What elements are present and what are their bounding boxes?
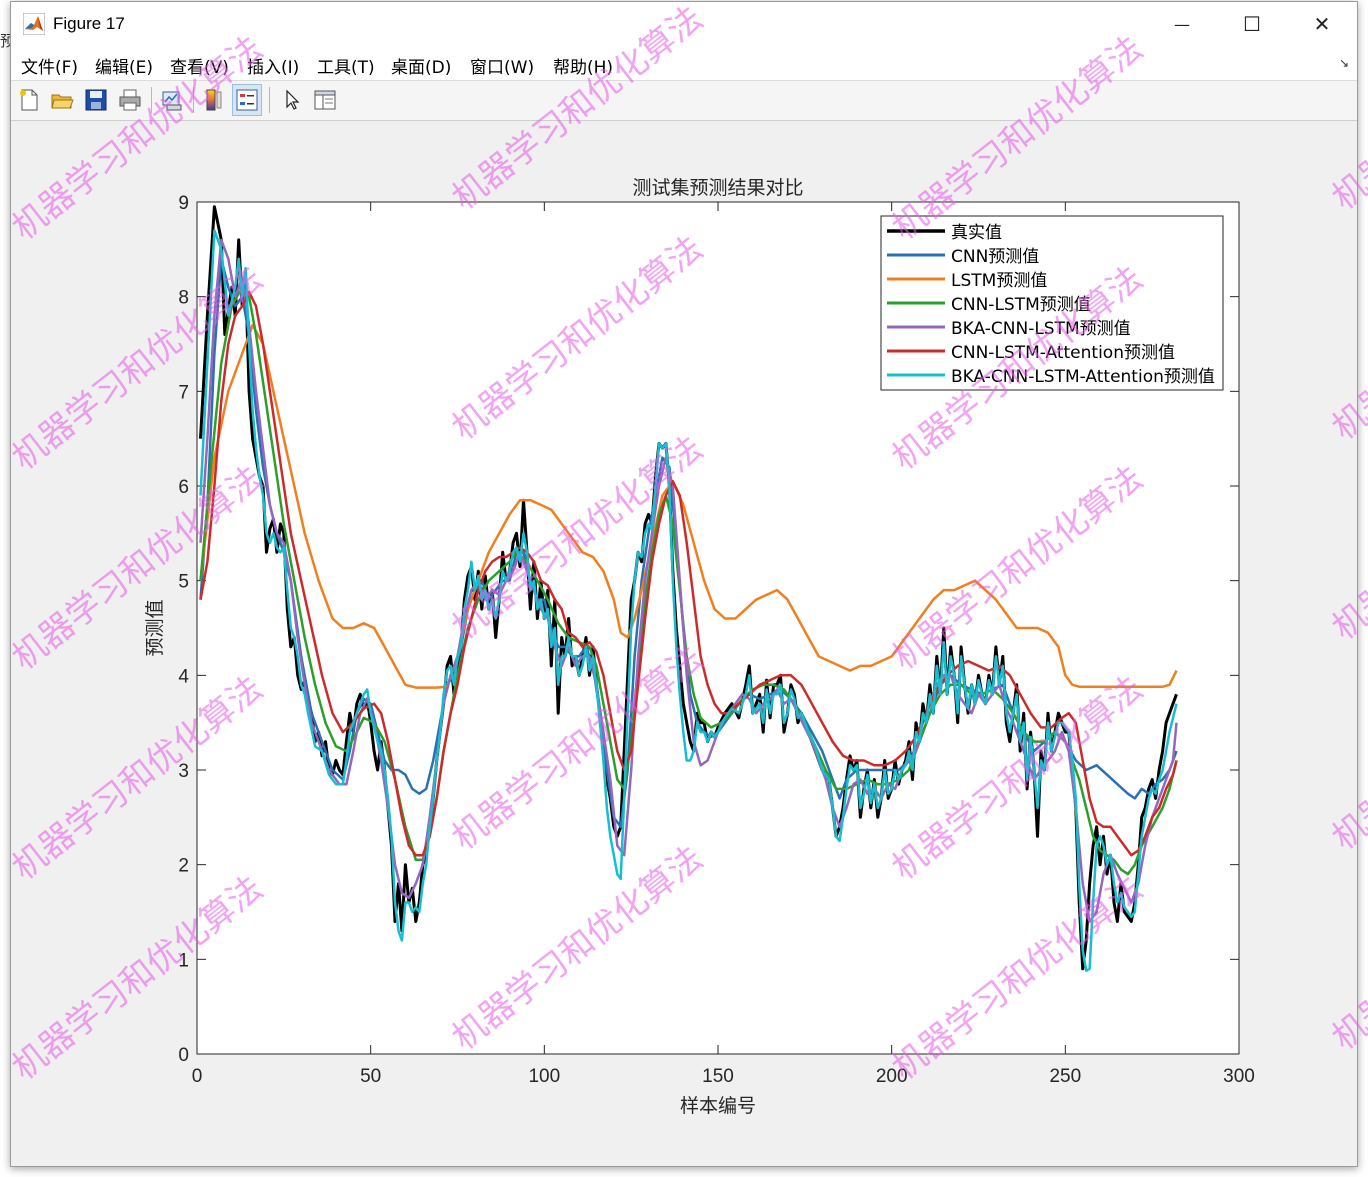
figure-toolbar [11,81,1357,121]
property-inspector-button[interactable] [310,84,340,116]
legend-entry-label: CNN预测值 [951,247,1039,267]
matlab-logo-icon [23,13,45,35]
insert-legend-button[interactable] [232,84,262,116]
link-plot-button[interactable] [157,84,187,116]
legend-entry-label: 真实值 [951,223,1002,243]
y-tick-label: 8 [178,288,189,309]
title-bar[interactable]: Figure 17 — ☐ ✕ [11,2,1357,46]
y-axis-label: 预测值 [144,599,166,656]
insert-colorbar-button[interactable] [199,84,229,116]
y-tick-label: 7 [178,382,189,403]
save-button[interactable] [81,84,111,116]
legend-entry-label: CNN-LSTM预测值 [951,295,1091,315]
minimize-icon: — [1174,14,1190,34]
y-tick-label: 0 [178,1045,189,1066]
figure-canvas[interactable]: 0 50 100 150 200 250 300 0 1 2 3 4 5 6 7 8 9 测试集预测结果对比 样… [10,120,1358,1167]
x-tick-label: 50 [360,1066,381,1087]
chart-legend[interactable]: 真实值 CNN预测值 LSTM预测值 CNN-LSTM预测值 BKA-CNN-LSTM预… [880,215,1224,391]
open-file-button[interactable] [47,84,77,116]
figure-window: Figure 17 — ☐ ✕ 文件(F) 编辑(E) 查看(V) 插入(I) … [10,1,1358,1167]
legend-entry-label: CNN-LSTM-Attention预测值 [951,343,1175,363]
select-pointer-icon [286,89,300,110]
toolbar-separator [151,87,152,113]
toolbar-separator [269,87,270,113]
print-icon [119,89,141,111]
menu-file[interactable]: 文件(F) [21,53,78,78]
y-tick-label: 1 [178,950,189,971]
chart-title: 测试集预测结果对比 [632,177,803,199]
y-tick-label: 6 [178,477,189,498]
open-file-icon [51,94,74,109]
menu-dock-arrow-icon[interactable]: ↘ [1339,56,1349,70]
y-tick-label: 5 [178,572,189,593]
y-tick-label: 2 [178,856,189,877]
y-tick-label: 9 [178,193,189,214]
print-button[interactable] [115,84,145,116]
menu-bar: 文件(F) 编辑(E) 查看(V) 插入(I) 工具(T) 桌面(D) 窗口(W… [11,46,1357,81]
menu-help[interactable]: 帮助(H) [553,53,613,78]
x-tick-label: 300 [1223,1066,1255,1087]
property-inspector-icon [314,90,336,110]
insert-colorbar-icon [206,89,222,111]
new-figure-button[interactable] [14,84,44,116]
minimize-button[interactable]: — [1147,2,1217,46]
x-tick-label: 250 [1049,1066,1081,1087]
close-icon: ✕ [1313,12,1331,36]
insert-legend-icon [236,89,258,111]
link-plot-icon [162,91,182,111]
maximize-button[interactable]: ☐ [1217,2,1287,46]
legend-entry-label: BKA-CNN-LSTM-Attention预测值 [951,367,1215,387]
menu-tools[interactable]: 工具(T) [317,53,375,78]
new-figure-icon [20,89,38,111]
plot-canvas[interactable]: 0 50 100 150 200 250 300 0 1 2 3 4 5 6 7 8 9 测试集预测结果对比 样… [10,120,1358,1167]
menu-insert[interactable]: 插入(I) [247,53,299,78]
menu-desktop[interactable]: 桌面(D) [391,53,451,78]
x-tick-label: 200 [876,1066,908,1087]
menu-view[interactable]: 查看(V) [170,53,229,78]
menu-edit[interactable]: 编辑(E) [95,53,153,78]
save-icon [85,89,107,111]
legend-entry-label: LSTM预测值 [951,271,1047,291]
y-tick-label: 3 [178,761,189,782]
x-axis-label: 样本编号 [680,1095,756,1117]
select-pointer-button[interactable] [277,84,307,116]
maximize-icon: ☐ [1243,12,1261,36]
x-tick-label: 150 [702,1066,734,1087]
x-tick-label: 0 [192,1066,203,1087]
y-tick-label: 4 [178,666,189,687]
legend-entry-label: BKA-CNN-LSTM预测值 [951,319,1131,339]
toolbar-separator [193,87,194,113]
close-button[interactable]: ✕ [1287,2,1357,46]
window-title: Figure 17 [53,14,125,33]
x-tick-label: 100 [528,1066,560,1087]
menu-window[interactable]: 窗口(W) [470,53,534,78]
